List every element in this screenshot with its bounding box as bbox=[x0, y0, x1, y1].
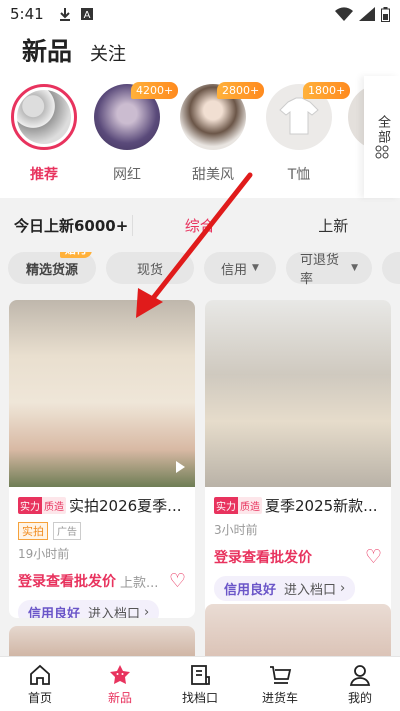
pay-badge: 赔付 bbox=[60, 252, 92, 258]
bottom-tab-bar: 首页 新品 找档口 进货车 我的 bbox=[0, 656, 400, 711]
status-time: 5:41 bbox=[10, 5, 44, 23]
app-notification-icon: A bbox=[80, 8, 93, 21]
filter-more[interactable]: 可 bbox=[382, 252, 400, 284]
chip-label: 现货 bbox=[136, 262, 163, 278]
tab-label: 找档口 bbox=[181, 690, 218, 705]
product-more-text: 上款... bbox=[120, 575, 159, 591]
tab-label: 首页 bbox=[27, 690, 52, 705]
store-icon bbox=[191, 664, 210, 685]
favorite-heart-icon[interactable]: ♡ bbox=[169, 570, 186, 592]
category-avatar bbox=[11, 84, 77, 150]
all-categories-button[interactable]: 全部 bbox=[364, 76, 400, 198]
filter-in-stock[interactable]: 现货 bbox=[106, 252, 194, 284]
quality-badge-strength: 实力 bbox=[214, 497, 238, 514]
login-for-price-link[interactable]: 登录查看批发价 bbox=[214, 547, 312, 567]
chip-label: 可退货率 bbox=[300, 253, 340, 286]
all-categories-label: 全部 bbox=[375, 115, 390, 145]
favorite-heart-icon[interactable]: ♡ bbox=[365, 546, 382, 568]
product-title: 夏季2025新款... bbox=[265, 497, 378, 515]
post-time: 19小时前 bbox=[18, 547, 70, 561]
sort-comprehensive[interactable]: 综合 bbox=[133, 215, 267, 236]
tab-new-products[interactable]: 新品 bbox=[22, 32, 72, 68]
star-bag-icon bbox=[110, 664, 130, 684]
filter-return-rate[interactable]: 可退货率 ▼ bbox=[286, 252, 372, 286]
tab-label: 新品 bbox=[107, 690, 132, 705]
quality-badge-quality: 质造 bbox=[42, 497, 66, 514]
category-recommend[interactable]: 推荐 bbox=[8, 84, 80, 184]
category-row: 推荐 4200+ 网红 2800+ 甜美风 1800+ T恤 全部 bbox=[0, 76, 400, 198]
user-icon bbox=[349, 664, 371, 686]
credit-good-label: 信用良好 bbox=[28, 607, 81, 618]
enter-store-label: 进入档口 bbox=[284, 583, 337, 598]
product-title-line: 实力 质造 夏季2025新款... bbox=[214, 495, 382, 516]
category-tshirt[interactable]: 1800+ T恤 bbox=[263, 82, 351, 184]
status-bar: 5:41 A bbox=[0, 0, 400, 28]
product-title: 实拍2026夏季... bbox=[69, 497, 182, 515]
enter-store-label: 进入档口 bbox=[88, 607, 141, 618]
category-label: 推荐 bbox=[30, 167, 58, 183]
quality-badge-strength: 实力 bbox=[18, 497, 42, 514]
home-icon bbox=[30, 664, 50, 685]
filter-row: 精选货源 赔付 现货 信用 ▼ 可退货率 ▼ 可 bbox=[0, 252, 400, 286]
category-count-badge: 1800+ bbox=[303, 82, 351, 99]
category-label: 甜美风 bbox=[192, 167, 234, 183]
tab-new[interactable]: 新品 bbox=[80, 657, 160, 711]
chevron-right-icon: › bbox=[144, 605, 150, 618]
product-image[interactable] bbox=[205, 300, 391, 487]
tab-mine[interactable]: 我的 bbox=[320, 657, 400, 711]
chip-label: 信用 bbox=[221, 262, 248, 278]
cart-icon bbox=[270, 665, 292, 684]
category-label: 网红 bbox=[113, 167, 141, 183]
tab-cart[interactable]: 进货车 bbox=[240, 657, 320, 711]
download-icon bbox=[59, 8, 70, 21]
caret-down-icon: ▼ bbox=[252, 263, 259, 273]
enter-store-button[interactable]: 信用良好 进入档口 › bbox=[214, 576, 356, 601]
page-header: 新品 关注 bbox=[0, 28, 400, 76]
filter-credit[interactable]: 信用 ▼ bbox=[204, 252, 276, 284]
real-shot-tag: 实拍 bbox=[18, 522, 48, 540]
signal-icon bbox=[359, 7, 375, 21]
tab-label: 进货车 bbox=[261, 690, 298, 705]
chevron-right-icon: › bbox=[340, 581, 346, 596]
svg-text:A: A bbox=[83, 10, 90, 21]
category-sweet-style[interactable]: 2800+ 甜美风 bbox=[177, 82, 265, 184]
wifi-icon bbox=[335, 7, 353, 21]
play-icon bbox=[176, 461, 185, 473]
sort-bar: 今日上新6000+ 综合 上新 bbox=[0, 206, 400, 244]
battery-icon bbox=[381, 6, 390, 22]
filter-selected-source[interactable]: 精选货源 赔付 bbox=[8, 252, 96, 284]
tab-home[interactable]: 首页 bbox=[0, 657, 80, 711]
tab-label: 我的 bbox=[347, 690, 372, 705]
category-count-badge: 4200+ bbox=[131, 82, 179, 99]
new-count-label: 今日上新6000+ bbox=[0, 214, 133, 236]
category-count-badge: 2800+ bbox=[217, 82, 265, 99]
sort-newest[interactable]: 上新 bbox=[267, 215, 400, 236]
product-title-line: 实力 质造 实拍2026夏季... bbox=[18, 495, 186, 516]
enter-store-button[interactable]: 信用良好 进入档口 › bbox=[18, 600, 160, 618]
tab-follow[interactable]: 关注 bbox=[90, 40, 126, 66]
caret-down-icon: ▼ bbox=[351, 263, 358, 273]
product-card[interactable]: 实力 质造 夏季2025新款... 3小时前 登录查看批发价 ♡ 信用良好 进入档… bbox=[205, 300, 391, 618]
credit-good-label: 信用良好 bbox=[224, 583, 277, 598]
tab-find-store[interactable]: 找档口 bbox=[160, 657, 240, 711]
category-label: T恤 bbox=[287, 167, 311, 183]
product-card-partial[interactable] bbox=[205, 604, 391, 664]
login-for-price-link[interactable]: 登录查看批发价 bbox=[18, 571, 116, 591]
post-time: 3小时前 bbox=[214, 523, 258, 537]
category-influencer[interactable]: 4200+ 网红 bbox=[91, 82, 179, 184]
ad-tag: 广告 bbox=[53, 522, 81, 540]
product-card[interactable]: 实力 质造 实拍2026夏季... 实拍 广告 19小时前 登录查看批发价 上款.… bbox=[9, 300, 195, 618]
product-image[interactable] bbox=[9, 300, 195, 487]
grid-icon bbox=[375, 145, 389, 159]
quality-badge-quality: 质造 bbox=[238, 497, 262, 514]
chip-label: 精选货源 bbox=[25, 262, 78, 278]
